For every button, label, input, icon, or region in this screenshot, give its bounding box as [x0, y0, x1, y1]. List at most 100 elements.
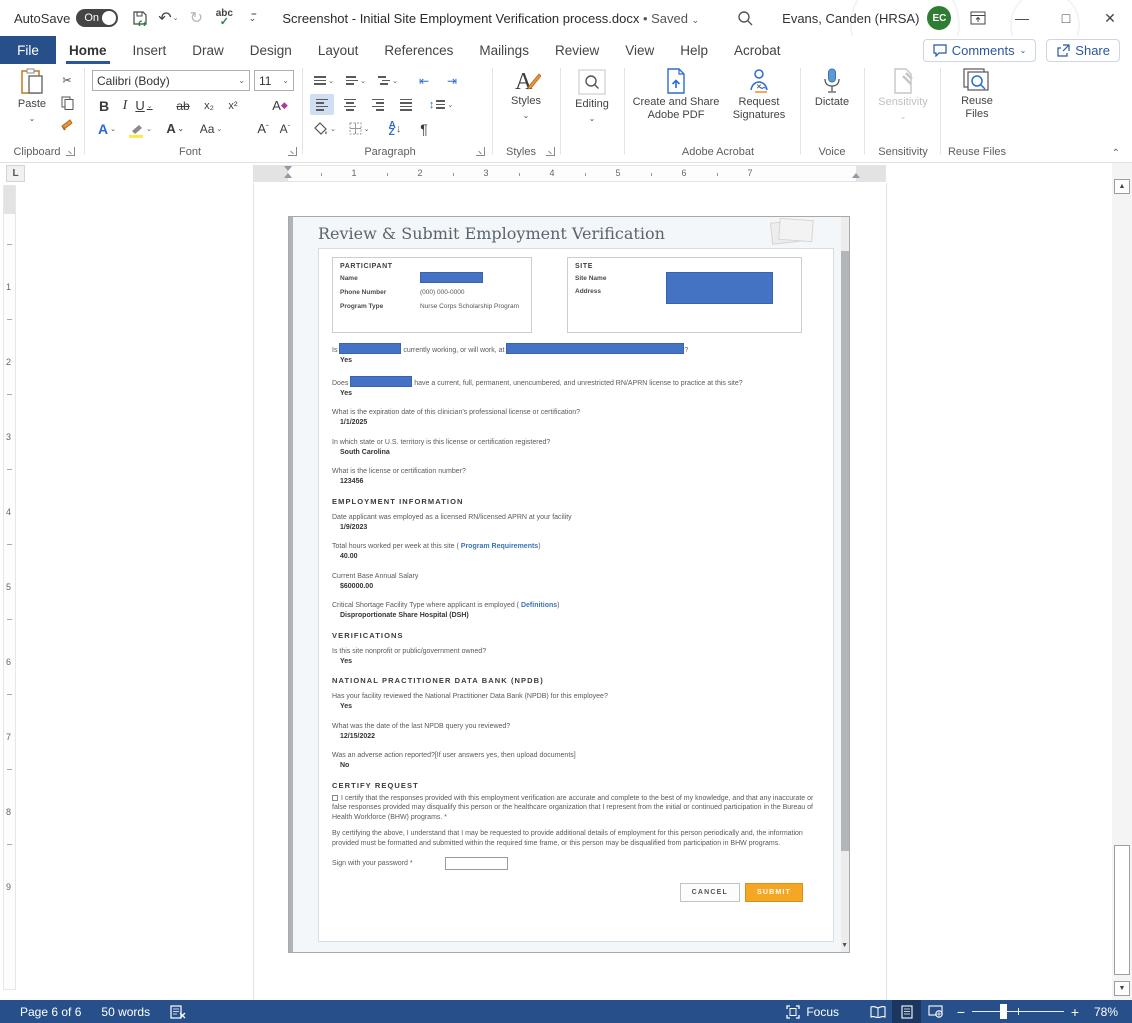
tab-view[interactable]: View	[612, 36, 667, 64]
reuse-files-button[interactable]: Reuse Files	[948, 68, 1006, 121]
cut-icon[interactable]: ✂	[56, 70, 78, 91]
collapse-ribbon-icon[interactable]: ⌃	[1112, 148, 1120, 159]
align-right-button[interactable]	[366, 94, 390, 115]
right-indent-marker[interactable]	[852, 173, 860, 178]
editing-button[interactable]: Editing ⌄	[566, 68, 618, 125]
autosave-toggle[interactable]: On	[76, 9, 118, 27]
ribbon-display-options-icon[interactable]	[956, 0, 1000, 36]
font-color-button[interactable]: A⌄	[160, 118, 190, 139]
hanging-indent-marker[interactable]	[284, 173, 292, 178]
scrollbar-thumb[interactable]	[1114, 845, 1130, 975]
dictate-button[interactable]: Dictate	[806, 68, 858, 109]
scroll-up-icon[interactable]: ▲	[1114, 179, 1130, 194]
tab-references[interactable]: References	[371, 36, 466, 64]
align-center-button[interactable]	[338, 94, 362, 115]
paste-button[interactable]: Paste ⌄	[10, 68, 54, 125]
format-painter-icon[interactable]	[56, 114, 78, 135]
zoom-in-button[interactable]: +	[1064, 1004, 1086, 1020]
web-layout-icon[interactable]	[921, 1000, 950, 1023]
italic-button[interactable]: I	[116, 95, 134, 116]
tab-help[interactable]: Help	[667, 36, 721, 64]
embedded-form-screenshot[interactable]: Review & Submit Employment Verification …	[288, 216, 850, 953]
certify-checkbox[interactable]	[332, 795, 338, 801]
sort-button[interactable]: AZ↓	[382, 118, 408, 139]
styles-button[interactable]: A Styles ⌄	[498, 68, 554, 122]
copy-icon[interactable]	[56, 92, 78, 113]
tab-stop-selector[interactable]: L	[6, 165, 25, 182]
undo-icon[interactable]: ↶⌄	[154, 5, 182, 31]
close-button[interactable]: ✕	[1088, 0, 1132, 36]
multilevel-list-button[interactable]: ⌄	[374, 70, 402, 91]
clipboard-dialog-launcher-icon[interactable]	[66, 147, 75, 156]
subscript-button[interactable]: x₂	[198, 95, 220, 116]
save-icon[interactable]	[126, 5, 154, 31]
page-indicator[interactable]: Page 6 of 6	[0, 1005, 91, 1019]
highlight-color-button[interactable]: ⌄	[126, 118, 156, 139]
form-link[interactable]: Definitions	[521, 602, 557, 609]
document-title[interactable]: Screenshot - Initial Site Employment Ver…	[282, 11, 699, 26]
styles-dialog-launcher-icon[interactable]	[546, 147, 555, 156]
tab-file[interactable]: File	[0, 36, 56, 64]
show-paragraph-marks-button[interactable]: ¶	[412, 118, 436, 139]
vertical-ruler[interactable]: 123456789	[3, 185, 16, 990]
share-button[interactable]: Share	[1046, 39, 1120, 62]
font-size-select[interactable]: 11⌄	[254, 70, 294, 91]
tab-mailings[interactable]: Mailings	[466, 36, 542, 64]
scroll-down-icon[interactable]: ▼	[1114, 981, 1130, 996]
horizontal-ruler[interactable]: 1234567	[253, 165, 886, 182]
shading-button[interactable]: ⌄	[310, 118, 340, 139]
tab-draw[interactable]: Draw	[179, 36, 237, 64]
bullets-button[interactable]: ⌄	[310, 70, 338, 91]
form-scrollbar-thumb[interactable]	[841, 251, 849, 851]
zoom-percentage[interactable]: 78%	[1086, 1005, 1132, 1019]
font-dialog-launcher-icon[interactable]	[288, 147, 297, 156]
numbering-button[interactable]: ⌄	[342, 70, 370, 91]
autosave-control[interactable]: AutoSave On	[14, 9, 118, 27]
justify-button[interactable]	[394, 94, 418, 115]
zoom-slider[interactable]	[972, 1000, 1064, 1023]
align-left-button[interactable]	[310, 94, 334, 115]
borders-button[interactable]: ⌄	[344, 118, 374, 139]
document-scrollbar[interactable]: ▲ ▼	[1112, 163, 1132, 1000]
grow-font-button[interactable]: Aˆ	[252, 118, 274, 139]
form-link[interactable]: Program Requirements	[461, 543, 538, 550]
tab-insert[interactable]: Insert	[120, 36, 180, 64]
quick-access-more-icon[interactable]: ⌄̅	[238, 5, 266, 31]
font-name-select[interactable]: Calibri (Body)⌄	[92, 70, 250, 91]
strikethrough-button[interactable]: ab	[172, 95, 194, 116]
cancel-button[interactable]: CANCEL	[680, 883, 740, 902]
submit-button[interactable]: SUBMIT	[745, 883, 803, 902]
tab-design[interactable]: Design	[237, 36, 305, 64]
shrink-font-button[interactable]: Aˇ	[274, 118, 296, 139]
proofing-errors-icon[interactable]	[160, 1005, 196, 1019]
underline-button[interactable]: U⌄	[134, 95, 154, 116]
zoom-out-button[interactable]: −	[950, 1004, 972, 1020]
spelling-check-icon[interactable]: abc✓	[210, 5, 238, 31]
zoom-slider-thumb[interactable]	[1000, 1004, 1007, 1019]
paragraph-dialog-launcher-icon[interactable]	[476, 147, 485, 156]
tab-acrobat[interactable]: Acrobat	[721, 36, 794, 64]
request-signatures-button[interactable]: ✕ Request Signatures	[724, 68, 794, 122]
focus-button[interactable]: Focus	[776, 1005, 849, 1019]
line-spacing-button[interactable]: ↕⌄	[426, 94, 456, 115]
tab-layout[interactable]: Layout	[305, 36, 372, 64]
print-layout-icon[interactable]	[892, 1000, 921, 1023]
clear-formatting-button[interactable]: A◆	[268, 95, 292, 116]
bold-button[interactable]: B	[94, 95, 114, 116]
comments-button[interactable]: Comments ⌄	[923, 39, 1037, 62]
text-effects-button[interactable]: A⌄	[94, 118, 120, 139]
first-line-indent-marker[interactable]	[284, 166, 292, 171]
form-scroll-down-icon[interactable]: ▼	[841, 942, 848, 949]
sign-password-input[interactable]	[445, 857, 508, 870]
change-case-button[interactable]: Aa⌄	[196, 118, 226, 139]
tab-review[interactable]: Review	[542, 36, 612, 64]
word-count[interactable]: 50 words	[91, 1005, 160, 1019]
decrease-indent-icon[interactable]: ⇤	[412, 70, 436, 91]
read-mode-icon[interactable]	[863, 1000, 892, 1023]
tab-home[interactable]: Home	[56, 36, 120, 64]
superscript-button[interactable]: x²	[222, 95, 244, 116]
increase-indent-icon[interactable]: ⇥	[440, 70, 464, 91]
redo-icon[interactable]: ↻	[182, 5, 210, 31]
search-icon[interactable]	[737, 10, 754, 27]
create-share-pdf-button[interactable]: Create and Share Adobe PDF	[632, 68, 720, 122]
